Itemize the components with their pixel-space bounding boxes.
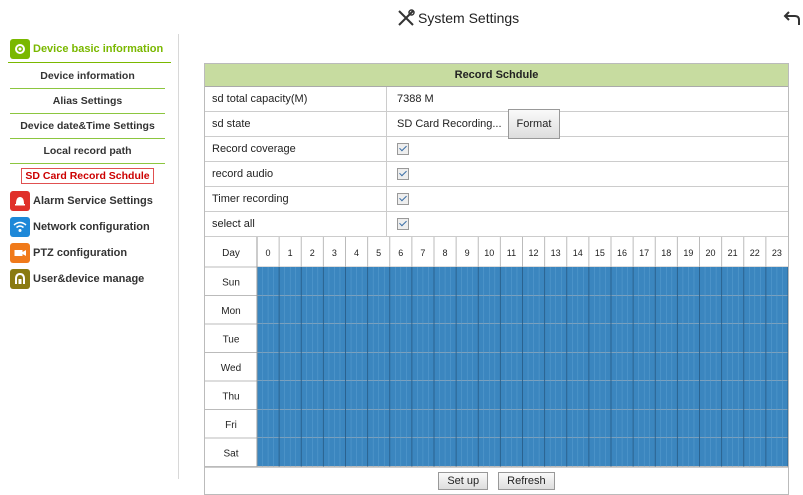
schedule-hour-label[interactable]: 13 [551,248,561,258]
sd-total-capacity-value: 7388 M [397,93,434,105]
timer-recording-row: Timer recording [205,187,788,212]
top-bar: System Settings [0,0,803,36]
panel-footer: Set up Refresh [205,468,788,494]
record-coverage-checkbox[interactable] [397,143,409,155]
schedule-hour-label[interactable]: 22 [750,248,760,258]
sidebar-item-label: Alias Settings [52,95,123,107]
format-button[interactable]: Format [507,109,561,139]
sidebar-item-device-information[interactable]: Device information [10,64,165,89]
schedule-hour-label[interactable]: 20 [706,248,716,258]
sidebar-item-device-datetime-settings[interactable]: Device date&Time Settings [10,114,165,139]
schedule-hour-label[interactable]: 8 [443,248,448,258]
back-arrow-icon[interactable] [783,10,801,26]
schedule-hour-label[interactable]: 5 [376,248,381,258]
sd-state-value: SD Card Recording... [397,118,502,130]
schedule-hour-label[interactable]: 17 [639,248,649,258]
schedule-hour-label[interactable]: 0 [266,248,271,258]
sidebar-category-ptz-configuration[interactable]: PTZ configuration [10,242,127,264]
record-audio-checkbox[interactable] [397,168,409,180]
schedule-hour-label[interactable]: 16 [617,248,627,258]
sidebar-category-label: User&device manage [33,273,145,285]
sidebar-item-label: Local record path [43,145,132,157]
schedule-day-label[interactable]: Tue [223,334,240,345]
page-title-text: System Settings [418,10,520,26]
user-icon [10,269,30,289]
schedule-hour-label[interactable]: 3 [332,248,337,258]
schedule-hour-label[interactable]: 21 [728,248,738,258]
schedule-day-label[interactable]: Wed [221,363,241,374]
tools-icon [398,9,415,26]
schedule-day-label[interactable]: Sat [223,448,238,459]
schedule-grid[interactable]: Day 0 1 2 3 4 5 6 7 8 9 10 11 12 13 14 15 16 17 18 19 20 21 22 2… [205,237,788,468]
ptz-camera-icon [10,243,30,263]
wifi-icon [10,217,30,237]
schedule-grid-svg[interactable]: Day 0 1 2 3 4 5 6 7 8 9 10 11 12 13 14 15 16 17 18 19 20 21 22 2… [205,237,788,467]
sidebar-item-label: SD Card Record Schdule [21,168,154,184]
sidebar-item-alias-settings[interactable]: Alias Settings [10,89,165,114]
schedule-hour-label[interactable]: 23 [772,248,782,258]
schedule-hour-label[interactable]: 7 [420,248,425,258]
sd-state-label: sd state [205,112,387,136]
timer-recording-checkbox[interactable] [397,193,409,205]
schedule-hour-label[interactable]: 15 [595,248,605,258]
record-audio-label: record audio [205,162,387,186]
schedule-hour-label[interactable]: 4 [354,248,359,258]
schedule-hour-label[interactable]: 1 [288,248,293,258]
schedule-hour-label[interactable]: 10 [484,248,494,258]
schedule-day-label[interactable]: Fri [225,420,237,431]
schedule-hour-label[interactable]: 12 [529,248,539,258]
sidebar-item-label: Device date&Time Settings [20,120,155,132]
select-all-label: select all [205,212,387,236]
sd-total-capacity-label: sd total capacity(M) [205,87,387,111]
select-all-checkbox[interactable] [397,218,409,230]
schedule-day-label[interactable]: Thu [222,391,239,402]
sidebar-category-label: Device basic information [33,43,164,55]
refresh-button[interactable]: Refresh [498,472,555,490]
select-all-row: select all [205,212,788,237]
record-audio-row: record audio [205,162,788,187]
sidebar-item-label: Device information [40,70,135,82]
schedule-hour-label[interactable]: 14 [573,248,583,258]
schedule-hour-label[interactable]: 9 [465,248,470,258]
setup-button[interactable]: Set up [438,472,489,490]
record-coverage-row: Record coverage [205,137,788,162]
schedule-day-header: Day [222,248,240,259]
schedule-day-label[interactable]: Mon [221,306,240,317]
sidebar-category-user-device-manage[interactable]: User&device manage [10,268,144,290]
schedule-hour-label[interactable]: 19 [683,248,693,258]
sd-total-capacity-row: sd total capacity(M) 7388 M [205,87,788,112]
sidebar-item-sd-card-record-schedule[interactable]: SD Card Record Schdule [10,164,165,188]
sidebar-category-device-basic-information[interactable]: Device basic information [7,38,172,63]
record-schedule-panel: Record Schdule sd total capacity(M) 7388… [204,63,789,495]
gear-icon [10,39,30,59]
timer-recording-label: Timer recording [205,187,387,211]
sidebar-item-local-record-path[interactable]: Local record path [10,139,165,164]
sidebar-category-label: Alarm Service Settings [33,195,153,207]
alarm-bell-icon [10,191,30,211]
sidebar-category-label: Network configuration [33,221,150,233]
panel-title: Record Schdule [205,64,788,87]
schedule-hour-label[interactable]: 6 [398,248,403,258]
sidebar-category-network-configuration[interactable]: Network configuration [10,216,150,238]
schedule-hour-label[interactable]: 2 [310,248,315,258]
page-title: System Settings [396,9,519,27]
sidebar: Device basic information Device informat… [0,34,179,479]
sidebar-category-alarm-service-settings[interactable]: Alarm Service Settings [10,190,153,212]
sd-state-row: sd state SD Card Recording... Format [205,109,788,139]
schedule-hour-label[interactable]: 11 [507,248,516,258]
schedule-hour-label[interactable]: 18 [661,248,671,258]
schedule-day-label[interactable]: Sun [222,277,240,288]
record-coverage-label: Record coverage [205,137,387,161]
sidebar-category-label: PTZ configuration [33,247,128,259]
